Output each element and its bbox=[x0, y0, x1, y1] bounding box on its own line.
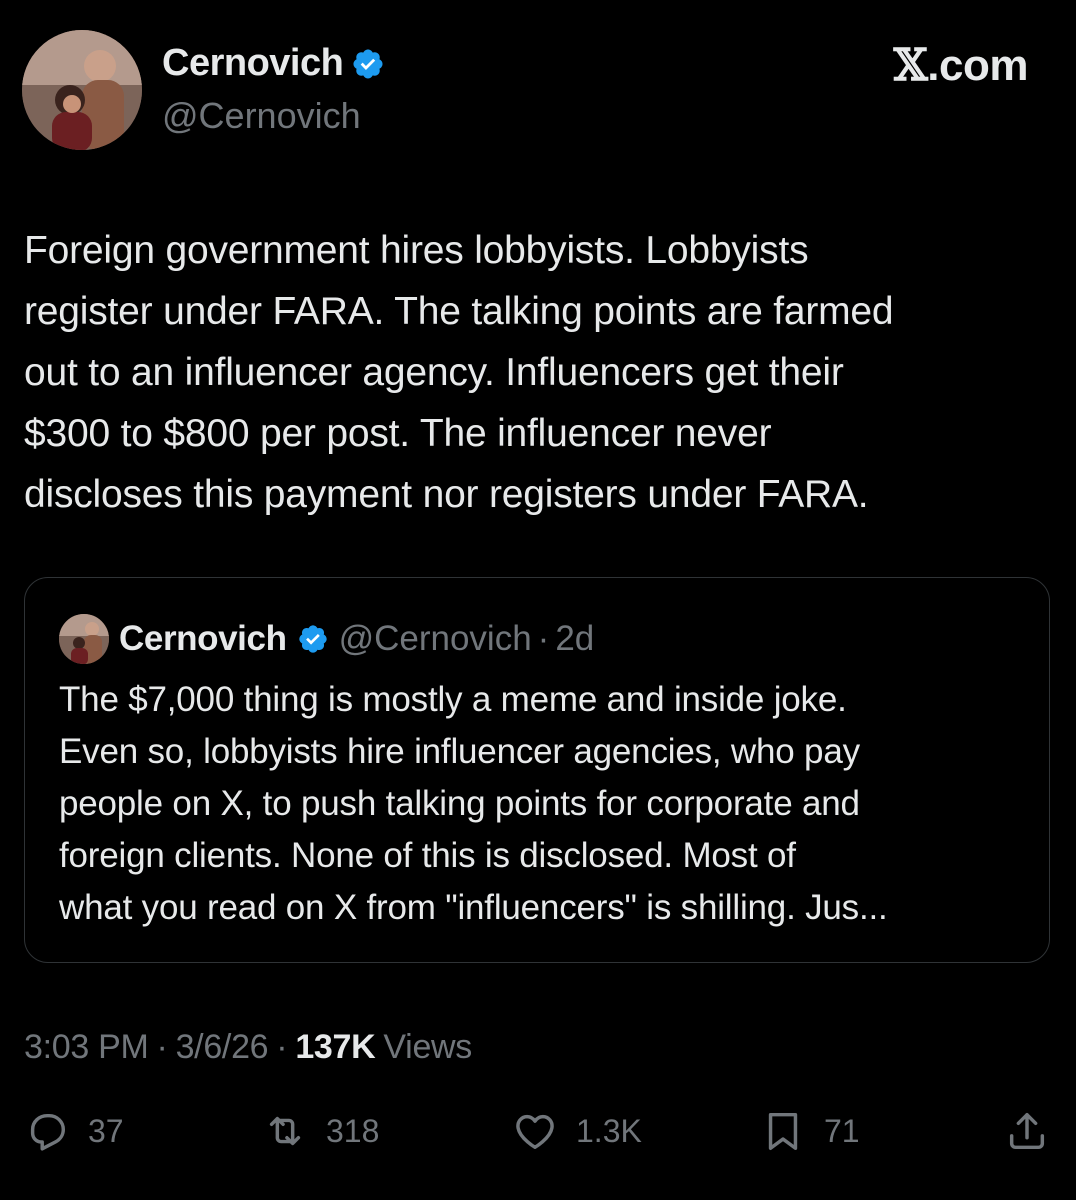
quoted-tweet-header: Cernovich @Cernovich · 2d bbox=[59, 614, 594, 664]
quoted-author-handle[interactable]: @Cernovich bbox=[339, 619, 532, 659]
tweet-time[interactable]: 3:03 PM bbox=[24, 1028, 149, 1067]
views-label: Views bbox=[383, 1028, 473, 1066]
x-com-watermark: 𝕏.com bbox=[893, 40, 1029, 91]
bookmark-icon bbox=[768, 1112, 798, 1150]
views-count[interactable]: 137K bbox=[295, 1028, 375, 1067]
reply-button[interactable]: 37 bbox=[24, 1108, 124, 1154]
tweet-meta: 3:03 PM · 3/6/26 · 137K Views bbox=[24, 1028, 472, 1067]
author-avatar[interactable] bbox=[22, 30, 142, 150]
quoted-separator: · bbox=[537, 619, 550, 658]
author-handle[interactable]: @Cernovich bbox=[162, 95, 361, 137]
repost-icon bbox=[269, 1116, 301, 1146]
tweet-date[interactable]: 3/6/26 bbox=[176, 1028, 269, 1067]
quoted-timestamp[interactable]: 2d bbox=[555, 619, 594, 659]
heart-icon bbox=[516, 1114, 554, 1150]
verified-badge-icon[interactable] bbox=[351, 47, 385, 81]
like-button[interactable]: 1.3K bbox=[512, 1108, 642, 1154]
reply-icon bbox=[30, 1113, 66, 1151]
quoted-avatar-photo bbox=[59, 614, 109, 664]
bookmark-count: 71 bbox=[824, 1112, 860, 1149]
reply-count: 37 bbox=[88, 1112, 124, 1149]
quoted-verified-badge-icon bbox=[297, 623, 329, 655]
quoted-author-display-name[interactable]: Cernovich bbox=[119, 619, 287, 659]
repost-button[interactable]: 318 bbox=[262, 1108, 379, 1154]
meta-separator: · bbox=[276, 1028, 288, 1066]
tweet-text: Foreign government hires lobbyists. Lobb… bbox=[24, 229, 894, 516]
like-count: 1.3K bbox=[576, 1112, 642, 1149]
repost-count: 318 bbox=[326, 1112, 380, 1149]
meta-separator: · bbox=[156, 1028, 168, 1066]
action-bar: 37 318 1.3K 71 bbox=[0, 1108, 1076, 1168]
bookmark-button[interactable]: 71 bbox=[760, 1108, 860, 1154]
quoted-author-avatar[interactable] bbox=[59, 614, 109, 664]
brand-suffix: .com bbox=[927, 41, 1028, 90]
share-button[interactable] bbox=[1004, 1108, 1050, 1154]
author-name-row: Cernovich bbox=[162, 42, 385, 85]
quoted-tweet-card[interactable]: Cernovich @Cernovich · 2d The $7,000 thi… bbox=[24, 577, 1050, 963]
avatar-photo bbox=[22, 30, 142, 150]
author-display-name[interactable]: Cernovich bbox=[162, 42, 344, 85]
share-icon bbox=[1009, 1112, 1045, 1150]
quoted-tweet-text: The $7,000 thing is mostly a meme and in… bbox=[59, 680, 888, 927]
x-logo-icon: 𝕏 bbox=[893, 40, 928, 91]
